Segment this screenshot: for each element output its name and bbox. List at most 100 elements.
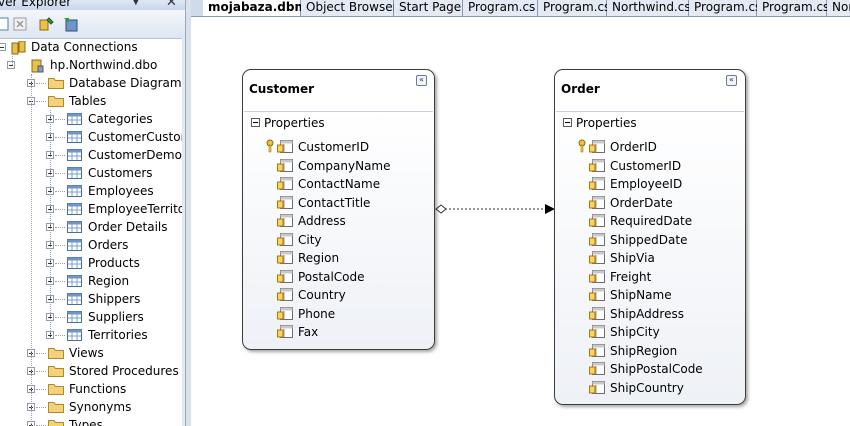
primary-key-icon — [577, 139, 587, 153]
property-icon — [277, 251, 293, 264]
entity-property[interactable]: EmployeeID — [589, 175, 739, 193]
dropdown-icon[interactable]: ▼ — [132, 0, 140, 7]
tree-node-label: Functions — [69, 382, 127, 396]
properties-label: Properties — [264, 116, 325, 130]
tree-node-folder[interactable]: Database Diagrams — [0, 74, 185, 92]
tree-node-table[interactable]: Territories — [0, 326, 182, 344]
tree-node-table[interactable]: Categories — [0, 110, 182, 128]
tree-node-table[interactable]: Order Details — [0, 218, 182, 236]
tree-node-table[interactable]: Suppliers — [0, 308, 182, 326]
close-icon[interactable]: ✕ — [166, 0, 177, 10]
entity-property[interactable]: Fax — [277, 323, 427, 341]
entity-property[interactable]: OrderDate — [589, 194, 739, 212]
property-icon — [589, 140, 605, 153]
entity-property[interactable]: OrderID — [578, 138, 739, 156]
property-icon — [589, 306, 605, 320]
server-explorer-panel: ver Explorer ▼ ✕ Data Connections hp.Nort… — [0, 0, 185, 426]
tree-node-folder[interactable]: Views — [0, 344, 182, 362]
property-icon — [589, 232, 605, 246]
collapse-icon[interactable] — [0, 43, 6, 51]
property-icon — [277, 140, 293, 153]
entity-property[interactable]: City — [277, 231, 427, 249]
tree-node-table[interactable]: CustomerDemogr — [0, 146, 185, 164]
property-icon — [277, 177, 293, 190]
tree-node-label: EmployeeTerritori — [88, 202, 185, 216]
property-name: CustomerID — [298, 140, 370, 154]
tree-node-table[interactable]: Region — [0, 272, 182, 290]
tree-node-label: Shippers — [88, 292, 141, 306]
tab-7[interactable]: Program.cs — [757, 0, 829, 16]
properties-collapse-icon[interactable] — [563, 118, 572, 127]
entity-property[interactable]: Freight — [589, 268, 739, 286]
entity-property[interactable]: ShipPostalCode — [589, 360, 739, 378]
refresh-icon[interactable] — [0, 16, 10, 32]
entity-property[interactable]: CompanyName — [277, 157, 427, 175]
entity-property[interactable]: Country — [277, 286, 427, 304]
stop-icon[interactable] — [12, 16, 28, 32]
tree-node-label: Employees — [88, 184, 154, 198]
entity-property[interactable]: CustomerID — [589, 157, 739, 175]
property-icon — [589, 195, 605, 209]
tree-node-data-connections[interactable]: Data Connections — [0, 38, 182, 56]
property-icon — [589, 362, 605, 375]
tree-node-folder[interactable]: Types — [0, 416, 182, 426]
tree-node-table[interactable]: Orders — [0, 236, 182, 254]
collapse-icon[interactable]: « — [726, 75, 737, 86]
entity-property[interactable]: ShipCountry — [589, 379, 739, 397]
tab-8[interactable]: Nort — [827, 0, 850, 16]
property-name: ShipPostalCode — [610, 362, 703, 376]
tree-node-table[interactable]: Employees — [0, 182, 182, 200]
tab-0[interactable]: mojabaza.dbml* — [203, 0, 317, 16]
property-icon — [277, 195, 293, 209]
property-icon — [277, 158, 293, 172]
entity-property[interactable]: RequiredDate — [589, 212, 739, 230]
dbml-designer-surface[interactable]: Customer « Properties CustomerID CompanyN… — [191, 17, 850, 426]
tab-5[interactable]: Northwind.cs — [607, 0, 691, 16]
entity-property[interactable]: ContactTitle — [277, 194, 427, 212]
tree-node-tables[interactable]: Tables — [0, 92, 182, 110]
entity-property[interactable]: ShipName — [589, 286, 739, 304]
entity-property[interactable]: PostalCode — [277, 268, 427, 286]
entity-property[interactable]: ShipCity — [589, 323, 739, 341]
table-icon — [67, 239, 82, 251]
entity-property[interactable]: CustomerID — [266, 138, 427, 156]
tree-node-folder[interactable]: Functions — [0, 380, 182, 398]
property-name: CompanyName — [298, 158, 391, 173]
tab-6[interactable]: Program.cs — [689, 0, 761, 16]
tab-4[interactable]: Program.cs — [538, 0, 610, 16]
tree-node-folder[interactable]: Synonyms — [0, 398, 182, 416]
entity-customer[interactable]: Customer « Properties CustomerID CompanyN… — [242, 69, 435, 350]
property-name: Freight — [610, 269, 652, 284]
entity-property[interactable]: ShipVia — [589, 249, 739, 267]
tree-node-table[interactable]: EmployeeTerritori — [0, 200, 185, 218]
collapse-icon[interactable]: « — [416, 75, 427, 86]
property-name: EmployeeID — [610, 177, 683, 191]
tree-node-table[interactable]: Customers — [0, 164, 182, 182]
entity-property[interactable]: Region — [277, 249, 427, 267]
entity-property[interactable]: ShippedDate — [589, 231, 739, 249]
connect-to-server-icon[interactable] — [62, 16, 78, 32]
database-icon — [29, 59, 45, 73]
tree-node-folder[interactable]: Stored Procedures — [0, 362, 182, 380]
tab-3[interactable]: Program.cs — [463, 0, 538, 16]
collapse-icon[interactable] — [7, 61, 15, 69]
entity-property[interactable]: ShipAddress — [589, 305, 739, 323]
table-icon — [67, 131, 82, 143]
tree-node-connection[interactable]: hp.Northwind.dbo — [0, 56, 182, 74]
property-icon — [277, 306, 293, 320]
tab-2[interactable]: Start Page — [394, 0, 463, 16]
tree-node-table[interactable]: Products — [0, 254, 182, 272]
tab-1[interactable]: Object Browser — [301, 0, 398, 16]
entity-property[interactable]: ContactName — [277, 175, 427, 193]
property-icon — [589, 177, 605, 190]
properties-collapse-icon[interactable] — [251, 118, 260, 127]
entity-order[interactable]: Order « Properties OrderID CustomerID Empl… — [554, 69, 746, 405]
folder-icon — [48, 365, 64, 377]
tree-node-table[interactable]: CustomerCustom — [0, 128, 185, 146]
entity-property[interactable]: ShipRegion — [589, 342, 739, 360]
table-icon — [67, 329, 82, 341]
entity-property[interactable]: Address — [277, 212, 427, 230]
connect-to-database-icon[interactable] — [38, 16, 54, 32]
tree-node-table[interactable]: Shippers — [0, 290, 182, 308]
entity-property[interactable]: Phone — [277, 305, 427, 323]
